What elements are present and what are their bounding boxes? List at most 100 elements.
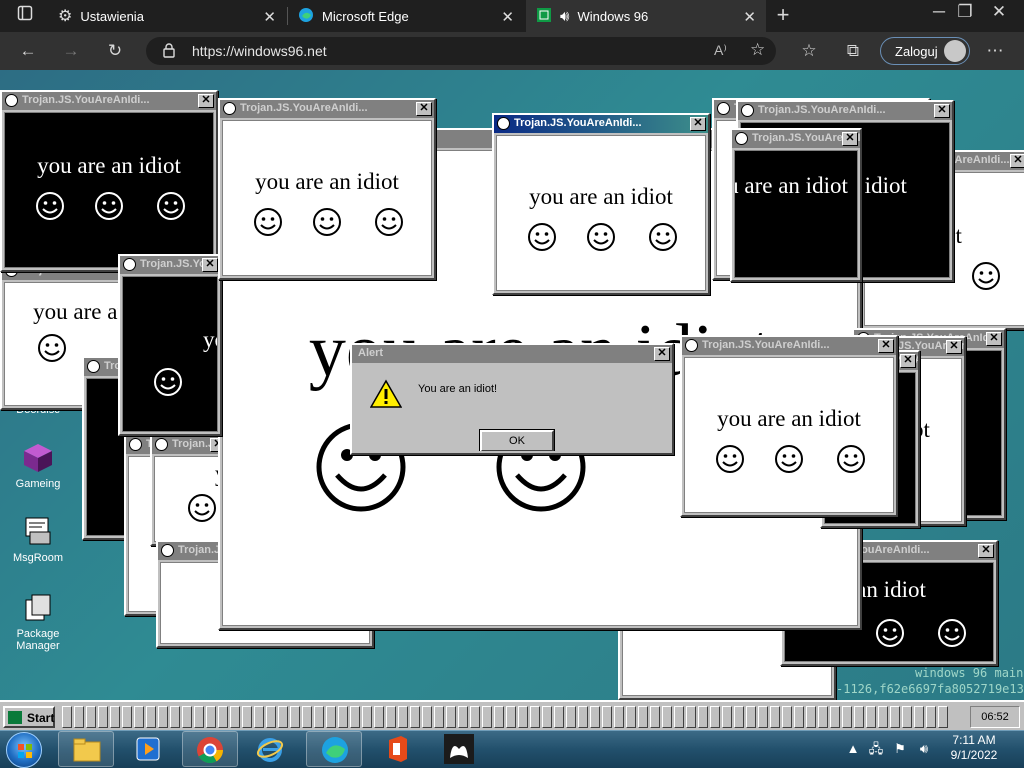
tab-microsoft-edge[interactable]: Microsoft Edge ✕: [288, 0, 524, 32]
taskbar-window-button[interactable]: [86, 706, 96, 728]
taskbar-window-button[interactable]: [710, 706, 720, 728]
taskbar-window-button[interactable]: [938, 706, 948, 728]
taskbar-window-button[interactable]: [182, 706, 192, 728]
taskbar-app[interactable]: [432, 731, 488, 767]
tab-settings[interactable]: ⚙ Ustawienia ✕: [48, 0, 286, 32]
read-aloud-icon[interactable]: A⁾: [714, 42, 727, 59]
close-icon[interactable]: ✕: [878, 339, 894, 353]
desktop-icon-package-manager[interactable]: Package Manager: [2, 592, 74, 652]
system-clock[interactable]: 7:11 AM 9/1/2022: [946, 733, 1002, 763]
taskbar-edge[interactable]: [306, 731, 362, 767]
window-titlebar[interactable]: Trojan.JS.YouAreAnIdi...✕: [732, 130, 860, 148]
close-icon[interactable]: ✕: [416, 102, 432, 116]
taskbar-window-button[interactable]: [410, 706, 420, 728]
close-tab-icon[interactable]: ✕: [263, 8, 276, 26]
window-titlebar[interactable]: Trojan.JS.YouAreAnIdi...✕: [494, 115, 708, 133]
popup-window[interactable]: Trojan.JS.YouAreAnIdi...✕ you are an idi…: [118, 254, 222, 436]
taskbar-window-button[interactable]: [290, 706, 300, 728]
taskbar-window-button[interactable]: [302, 706, 312, 728]
popup-window[interactable]: Trojan.JS.YouAreAnIdi...✕ you are an idi…: [218, 98, 436, 280]
window-titlebar[interactable]: Trojan.JS.YouAreAnIdi...✕: [220, 100, 434, 118]
taskbar-window-button[interactable]: [98, 706, 108, 728]
taskbar-window-button[interactable]: [818, 706, 828, 728]
taskbar-window-button[interactable]: [878, 706, 888, 728]
taskbar-window-button[interactable]: [578, 706, 588, 728]
taskbar-window-button[interactable]: [206, 706, 216, 728]
taskbar-window-button[interactable]: [74, 706, 84, 728]
taskbar-window-button[interactable]: [254, 706, 264, 728]
taskbar-window-button[interactable]: [506, 706, 516, 728]
popup-window[interactable]: Trojan.JS.YouAreAnIdi...✕ you are an idi…: [730, 128, 862, 282]
taskbar-window-button[interactable]: [770, 706, 780, 728]
taskbar-window-button[interactable]: [650, 706, 660, 728]
taskbar-window-button[interactable]: [854, 706, 864, 728]
taskbar-window-button[interactable]: [518, 706, 528, 728]
favorite-add-icon[interactable]: ☆: [750, 40, 765, 60]
tab-windows-96[interactable]: 🔊︎ Windows 96 ✕: [526, 0, 766, 32]
taskbar-window-button[interactable]: [230, 706, 240, 728]
taskbar-window-button[interactable]: [146, 706, 156, 728]
taskbar-window-button[interactable]: [602, 706, 612, 728]
taskbar-window-button[interactable]: [638, 706, 648, 728]
taskbar-window-button[interactable]: [914, 706, 924, 728]
taskbar-window-button[interactable]: [266, 706, 276, 728]
alert-dialog[interactable]: Alert ✕ You are an idiot! OK: [350, 343, 674, 455]
taskbar-window-button[interactable]: [218, 706, 228, 728]
taskbar-window-button[interactable]: [530, 706, 540, 728]
taskbar-window-button[interactable]: [866, 706, 876, 728]
refresh-icon[interactable]: ↻: [102, 39, 128, 63]
taskbar-window-button[interactable]: [722, 706, 732, 728]
taskbar-internet-explorer[interactable]: [242, 731, 298, 767]
taskbar-window-button[interactable]: [494, 706, 504, 728]
close-icon[interactable]: ✕: [198, 94, 214, 108]
taskbar-window-button[interactable]: [122, 706, 132, 728]
taskbar-window-button[interactable]: [758, 706, 768, 728]
minimize-icon[interactable]: ─: [926, 0, 952, 24]
taskbar-window-button[interactable]: [734, 706, 744, 728]
taskbar-window-buttons[interactable]: [62, 706, 950, 728]
taskbar-window-button[interactable]: [782, 706, 792, 728]
taskbar-window-button[interactable]: [746, 706, 756, 728]
taskbar-window-button[interactable]: [542, 706, 552, 728]
close-tab-icon[interactable]: ✕: [501, 8, 514, 26]
window-titlebar[interactable]: Trojan.JS.YouAreAnIdi...✕: [120, 256, 220, 274]
taskbar-window-button[interactable]: [386, 706, 396, 728]
signin-button[interactable]: Zaloguj: [880, 37, 970, 65]
more-menu-icon[interactable]: ⋯: [982, 39, 1008, 63]
taskbar-window-button[interactable]: [566, 706, 576, 728]
desktop-icon-msgroom[interactable]: MsgRoom: [2, 516, 74, 564]
taskbar-window-button[interactable]: [314, 706, 324, 728]
taskbar-chrome[interactable]: [182, 731, 238, 767]
desktop-icon-gameing[interactable]: Gameing: [2, 442, 74, 490]
close-icon[interactable]: ✕: [934, 104, 950, 118]
taskbar-window-button[interactable]: [374, 706, 384, 728]
taskbar-window-button[interactable]: [278, 706, 288, 728]
taskbar-window-button[interactable]: [806, 706, 816, 728]
popup-window[interactable]: Trojan.JS.YouAreAnIdi...✕ you are an idi…: [0, 90, 218, 272]
volume-icon[interactable]: 🔊︎: [916, 741, 932, 757]
new-tab-icon[interactable]: +: [770, 3, 796, 27]
taskbar-window-button[interactable]: [890, 706, 900, 728]
window-titlebar[interactable]: Trojan.JS.YouAreAnIdi...✕: [2, 92, 216, 110]
close-icon[interactable]: ✕: [690, 117, 706, 131]
forward-icon[interactable]: →: [58, 39, 84, 63]
tab-actions-icon[interactable]: [12, 4, 38, 28]
taskbar-window-button[interactable]: [434, 706, 444, 728]
popup-window-active[interactable]: Trojan.JS.YouAreAnIdi... ✕ you are an idi…: [492, 113, 710, 295]
taskbar-window-button[interactable]: [902, 706, 912, 728]
taskbar-window-button[interactable]: [626, 706, 636, 728]
taskbar-window-button[interactable]: [698, 706, 708, 728]
taskbar-window-button[interactable]: [662, 706, 672, 728]
taskbar-window-button[interactable]: [362, 706, 372, 728]
close-icon[interactable]: ✕: [654, 347, 670, 361]
action-center-icon[interactable]: ⚑: [892, 741, 908, 757]
taskbar-window-button[interactable]: [398, 706, 408, 728]
taskbar-window-button[interactable]: [446, 706, 456, 728]
back-icon[interactable]: ←: [15, 39, 41, 63]
taskbar-window-button[interactable]: [134, 706, 144, 728]
window-titlebar[interactable]: Trojan.JS.YouAreAnIdi...✕: [682, 337, 896, 355]
taskbar-window-button[interactable]: [326, 706, 336, 728]
window-titlebar[interactable]: Trojan.JS.YouAreAnIdi...✕: [738, 102, 952, 120]
speaker-icon[interactable]: 🔊︎: [560, 8, 569, 25]
taskbar-window-button[interactable]: [794, 706, 804, 728]
